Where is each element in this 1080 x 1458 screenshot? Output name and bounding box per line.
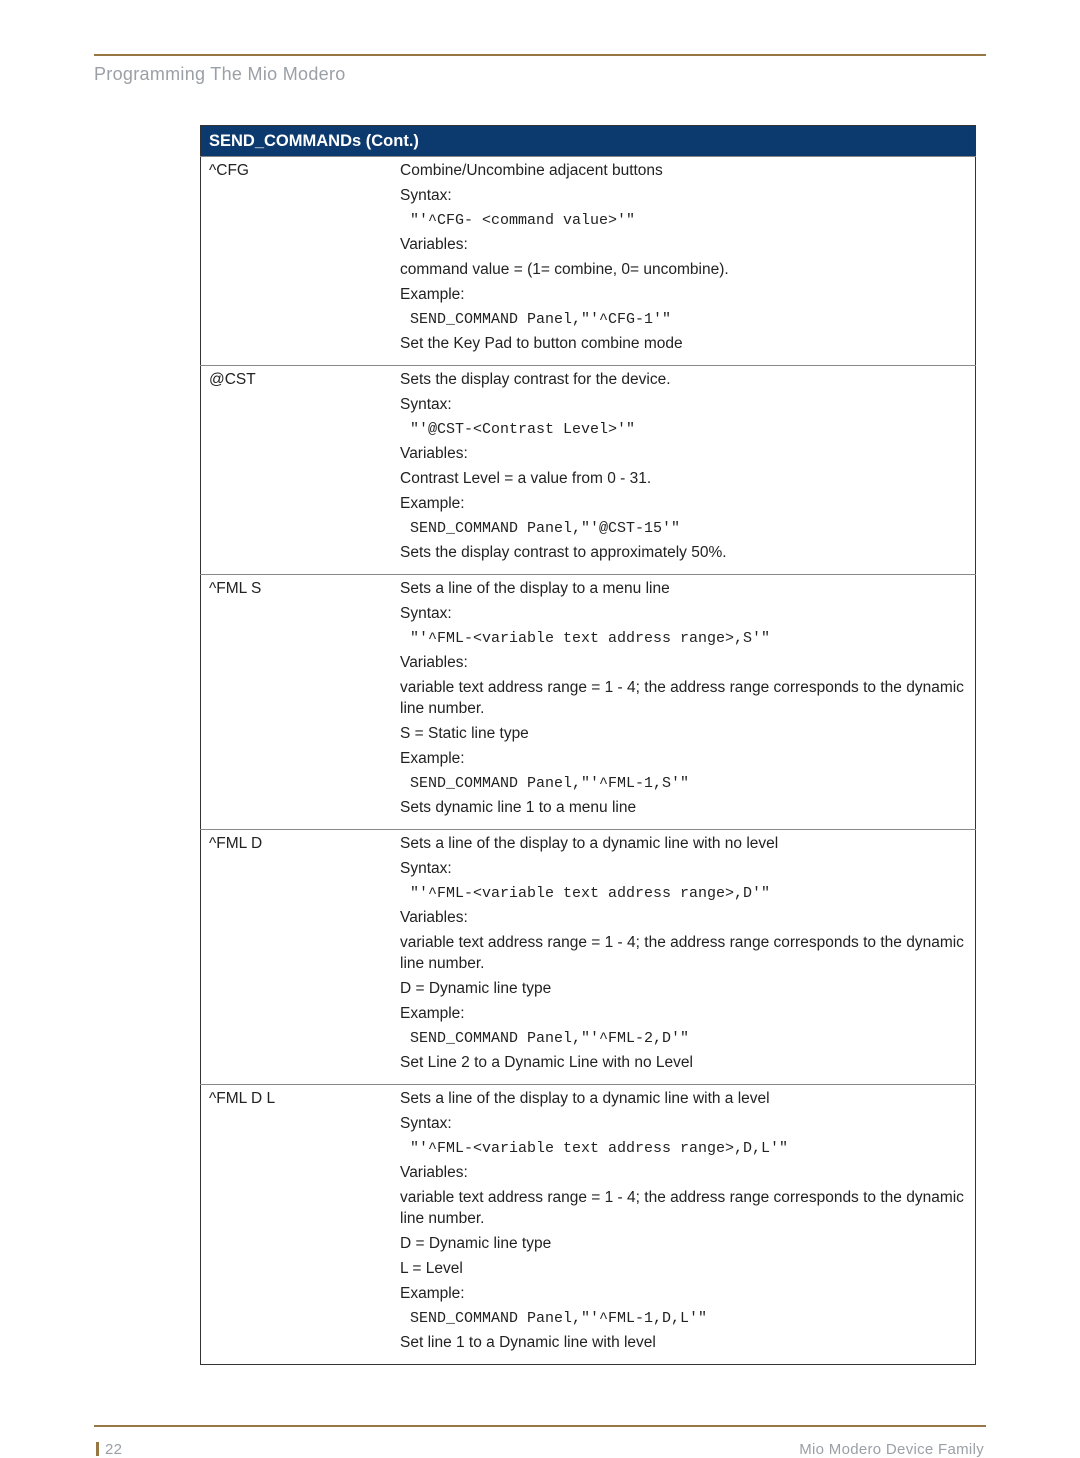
command-text-line: D = Dynamic line type (400, 979, 967, 1000)
command-text-line: Sets a line of the display to a menu lin… (400, 579, 967, 600)
command-name-cell: ^FML S (201, 575, 393, 830)
command-code-line: SEND_COMMAND Panel,"'^FML-1,S'" (400, 774, 967, 794)
command-text-line: command value = (1= combine, 0= uncombin… (400, 260, 967, 281)
command-table-container: SEND_COMMANDs (Cont.) ^CFGCombine/Uncomb… (200, 125, 976, 1365)
command-text-line: Sets a line of the display to a dynamic … (400, 834, 967, 855)
command-text-line: Set Line 2 to a Dynamic Line with no Lev… (400, 1053, 967, 1074)
command-code-line: SEND_COMMAND Panel,"'^FML-2,D'" (400, 1029, 967, 1049)
command-text-line: Variables: (400, 1163, 967, 1184)
footer-doc-title: Mio Modero Device Family (799, 1441, 984, 1458)
command-description-cell: Sets a line of the display to a menu lin… (392, 575, 976, 830)
page-footer: 22 Mio Modero Device Family (94, 1435, 986, 1458)
command-code-line: "'^FML-<variable text address range>,D,L… (400, 1139, 967, 1159)
command-text-line: Syntax: (400, 604, 967, 625)
command-text-line: Example: (400, 1004, 967, 1025)
command-code-line: SEND_COMMAND Panel,"'^FML-1,D,L'" (400, 1309, 967, 1329)
document-page: Programming The Mio Modero SEND_COMMANDs… (0, 54, 1080, 1458)
command-text-line: Example: (400, 494, 967, 515)
command-description-cell: Sets the display contrast for the device… (392, 366, 976, 575)
command-code-line: "'^FML-<variable text address range>,D'" (400, 884, 967, 904)
table-header-row: SEND_COMMANDs (Cont.) (201, 126, 976, 157)
command-text-line: Sets the display contrast to approximate… (400, 543, 967, 564)
command-text-line: Contrast Level = a value from 0 - 31. (400, 469, 967, 490)
command-text-line: Example: (400, 1284, 967, 1305)
bottom-horizontal-rule (94, 1425, 986, 1427)
command-text-line: Variables: (400, 235, 967, 256)
command-text-line: Example: (400, 749, 967, 770)
command-text-line: variable text address range = 1 - 4; the… (400, 933, 967, 975)
command-code-line: SEND_COMMAND Panel,"'^CFG-1'" (400, 310, 967, 330)
footer-tick-icon (96, 1442, 99, 1456)
table-body: ^CFG Combine/Uncombine adjacent buttons Sy… (201, 157, 976, 1365)
command-text-line: Syntax: (400, 859, 967, 880)
command-text-line: Combine/Uncombine adjacent buttons (400, 161, 967, 182)
command-text-line: Syntax: (400, 186, 967, 207)
table-row: ^FML S Sets a line of the display to a me… (201, 575, 976, 830)
table-header: SEND_COMMANDs (Cont.) (201, 126, 976, 157)
table-row: ^CFG Combine/Uncombine adjacent buttons Sy… (201, 157, 976, 366)
footer-page-number: 22 (96, 1441, 122, 1458)
command-text-line: Variables: (400, 444, 967, 465)
command-text-line: Variables: (400, 653, 967, 674)
table-row: ^FML D Sets a line of the display to a dy… (201, 830, 976, 1085)
command-code-line: SEND_COMMAND Panel,"'@CST-15'" (400, 519, 967, 539)
command-text-line: Set the Key Pad to button combine mode (400, 334, 967, 355)
command-name-cell: ^FML D (201, 830, 393, 1085)
footer-page-number-text: 22 (105, 1441, 122, 1458)
command-code-line: "'^FML-<variable text address range>,S'" (400, 629, 967, 649)
table-row: ^FML D L Sets a line of the display to a … (201, 1085, 976, 1365)
command-name-cell: @CST (201, 366, 393, 575)
command-text-line: L = Level (400, 1259, 967, 1280)
command-text-line: Sets the display contrast for the device… (400, 370, 967, 391)
command-text-line: Sets a line of the display to a dynamic … (400, 1089, 967, 1110)
send-commands-table: SEND_COMMANDs (Cont.) ^CFGCombine/Uncomb… (200, 125, 976, 1365)
table-row: @CST Sets the display contrast for the de… (201, 366, 976, 575)
command-text-line: Example: (400, 285, 967, 306)
command-text-line: Variables: (400, 908, 967, 929)
command-description-cell: Sets a line of the display to a dynamic … (392, 1085, 976, 1365)
section-title: Programming The Mio Modero (94, 64, 986, 85)
command-text-line: Syntax: (400, 1114, 967, 1135)
command-text-line: variable text address range = 1 - 4; the… (400, 1188, 967, 1230)
command-text-line: variable text address range = 1 - 4; the… (400, 678, 967, 720)
command-text-line: Set line 1 to a Dynamic line with level (400, 1333, 967, 1354)
command-description-cell: Combine/Uncombine adjacent buttons Syntax… (392, 157, 976, 366)
command-name-cell: ^CFG (201, 157, 393, 366)
command-name-cell: ^FML D L (201, 1085, 393, 1365)
command-code-line: "'^CFG- <command value>'" (400, 211, 967, 231)
command-description-cell: Sets a line of the display to a dynamic … (392, 830, 976, 1085)
top-horizontal-rule (94, 54, 986, 56)
command-text-line: D = Dynamic line type (400, 1234, 967, 1255)
command-text-line: Sets dynamic line 1 to a menu line (400, 798, 967, 819)
command-text-line: S = Static line type (400, 724, 967, 745)
command-text-line: Syntax: (400, 395, 967, 416)
command-code-line: "'@CST-<Contrast Level>'" (400, 420, 967, 440)
